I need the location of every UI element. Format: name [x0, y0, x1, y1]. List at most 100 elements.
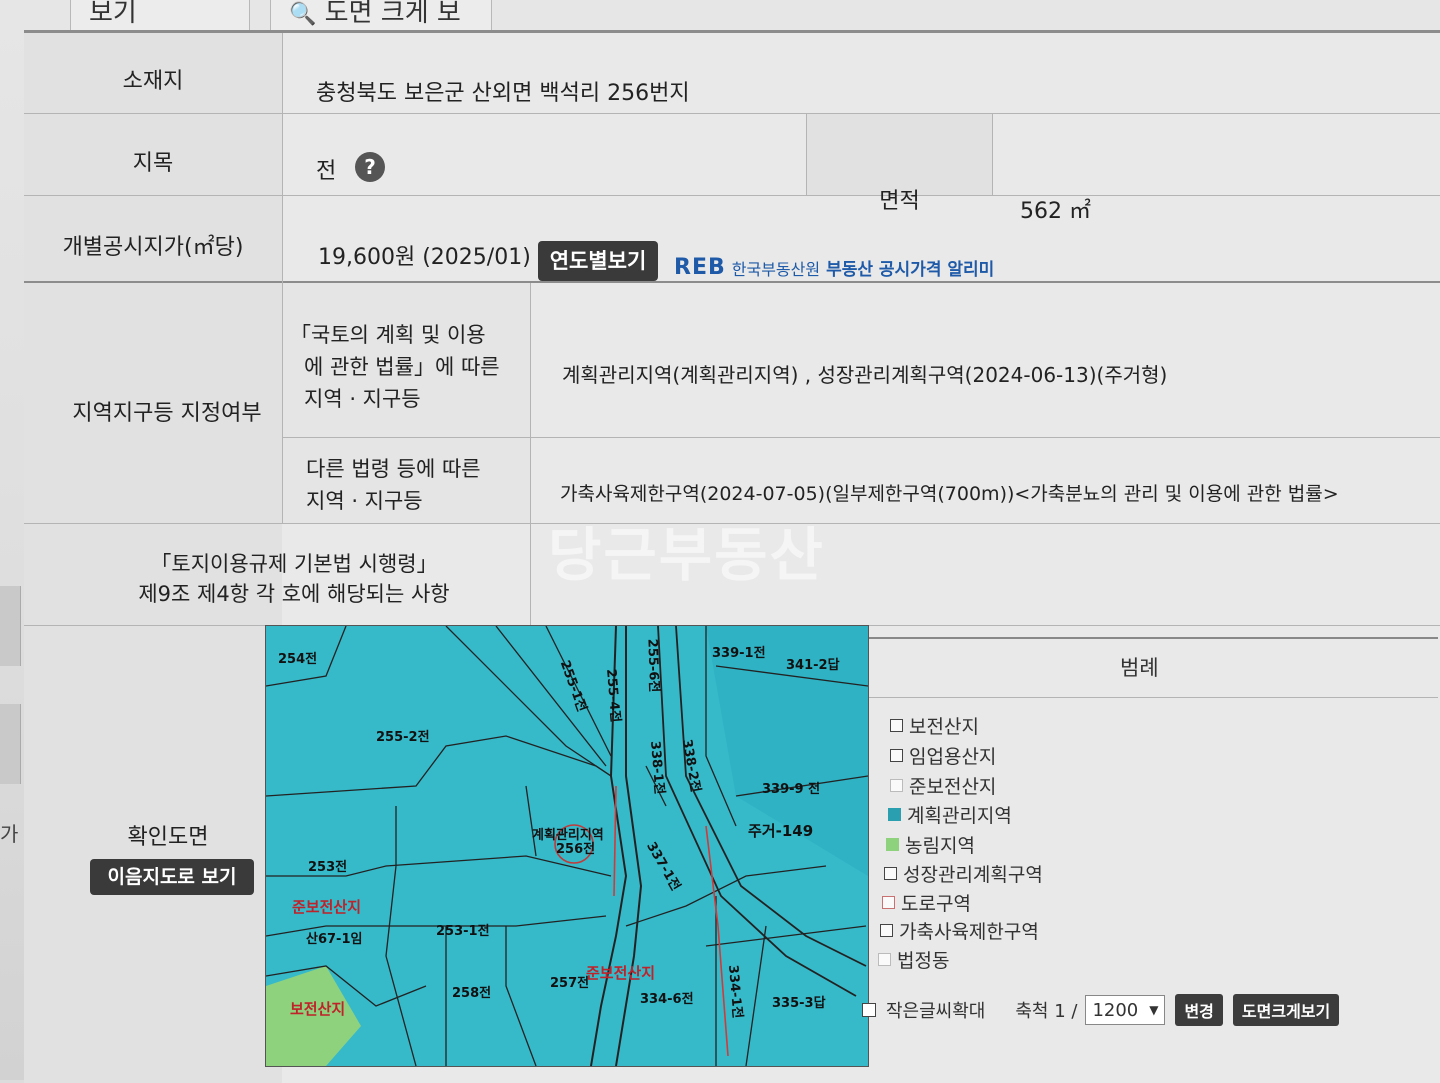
legend-item: 보전산지: [890, 712, 979, 739]
zoning-sub1-line: 지역 · 지구등: [304, 387, 421, 411]
parcel-label: 산67-1임: [306, 932, 363, 947]
legend-item-label: 보전산지: [909, 716, 979, 738]
scale-label: 축척 1 /: [1015, 1001, 1078, 1022]
parcel-label: 255-6전: [644, 638, 662, 693]
enlarge-map-button[interactable]: 도면크게보기: [1232, 994, 1340, 1026]
legend-item-label: 농림지역: [905, 835, 975, 857]
row-divider: [24, 195, 1440, 196]
map-controls: 작은글씨확대 축척 1 / 1200 ▼ 변경 도면크게보기: [862, 994, 1340, 1026]
location-value: 충청북도 보은군 산외면 백석리 256번지: [316, 81, 690, 106]
left-edge-panel: [0, 586, 21, 666]
eum-map-button[interactable]: 이음지도로 보기: [90, 859, 254, 895]
legend-swatch: [890, 779, 903, 792]
area-label: 면적: [879, 189, 920, 214]
legend-item: 가축사육제한구역: [880, 917, 1039, 944]
legend-swatch: [880, 924, 893, 937]
zone-label: 보전산지: [290, 1000, 346, 1018]
legend-swatch: [884, 867, 897, 880]
zoning-sub2-label: 다른 법령 등에 따른 지역 · 지구등: [306, 453, 481, 517]
legend-item-label: 도로구역: [901, 893, 971, 915]
reb-org-name: 한국부동산원: [731, 259, 821, 279]
legend-swatch: [888, 808, 901, 821]
legend-item-label: 가축사육제한구역: [899, 921, 1039, 943]
parcel-label: 253전: [308, 860, 348, 875]
land-category-label: 지목: [132, 151, 174, 176]
legend-item-label: 계획관리지역: [907, 805, 1012, 827]
left-edge-panel: [0, 704, 21, 784]
change-scale-button[interactable]: 변경: [1175, 994, 1223, 1026]
parcel-label: 334-6전: [640, 992, 694, 1007]
legend-header-line: [866, 637, 1438, 639]
legend-item: 도로구역: [882, 889, 971, 916]
regulation-label: 「토지이용규제 기본법 시행령」 제9조 제4항 각 호에 해당되는 사항: [24, 549, 564, 609]
parcel-label: 253-1전: [436, 924, 490, 939]
land-category-value: 전: [316, 159, 337, 184]
zoning-sub2-line: 지역 · 지구등: [306, 489, 423, 513]
yearly-view-button[interactable]: 연도별보기: [538, 241, 658, 281]
parcel-label: 255-2전: [376, 730, 430, 745]
row-divider: [282, 437, 1440, 438]
zone-label: 준보전산지: [586, 964, 656, 982]
parcel-label: 257전: [550, 976, 590, 991]
parcel-label: 256전: [556, 842, 596, 857]
legend-divider: [866, 697, 1438, 698]
legend-swatch: [882, 896, 895, 909]
help-icon[interactable]: ?: [355, 152, 385, 182]
legend-item-label: 준보전산지: [909, 776, 997, 798]
zoning-sub1-value: 계획관리지역(계획관리지역) , 성장관리계획구역(2024-06-13)(주거…: [562, 363, 1168, 387]
row-divider: [24, 113, 1440, 114]
parcel-label: 335-3답: [772, 996, 826, 1011]
parcel-label: 254전: [278, 652, 318, 667]
view-button-label: 보기: [89, 0, 137, 28]
scale-value: 1200: [1092, 999, 1139, 1021]
legend-item: 법정동: [878, 946, 949, 973]
row-divider: [24, 281, 1440, 283]
watermark: 당근부동산: [548, 521, 825, 589]
legend-swatch: [886, 838, 899, 851]
price-value: 19,600원 (2025/01): [318, 245, 531, 270]
zoning-label: 지역지구등 지정여부: [72, 401, 262, 426]
parcel-label: 339-1전: [712, 646, 766, 661]
regulation-line: 제9조 제4항 각 호에 해당되는 사항: [138, 582, 450, 606]
search-icon: 🔍: [289, 2, 317, 27]
legend-item: 계획관리지역: [888, 801, 1012, 828]
zoning-sub1-label: 「국토의 계획 및 이용 에 관한 법률」에 따른 지역 · 지구등: [290, 319, 500, 415]
parcel-label: 339-9 전: [762, 782, 821, 797]
legend-item-label: 법정동: [897, 950, 950, 972]
legend-swatch: [890, 749, 903, 762]
regulation-line: 「토지이용규제 기본법 시행령」: [150, 552, 438, 576]
scale-select[interactable]: 1200 ▼: [1085, 995, 1166, 1025]
reb-logo-icon: REB: [674, 255, 726, 280]
screen: 보기 🔍 도면 크게 보기 인쇄 가 소재지 충청북도 보은군 산외면 백석리 …: [0, 0, 1440, 1083]
parcel-label: 주거-149: [748, 822, 814, 840]
enlarge-text-checkbox[interactable]: [862, 1003, 876, 1017]
reb-service-name: 부동산 공시가격 알리미: [826, 260, 995, 280]
area-value: 562 ㎡: [1020, 199, 1091, 224]
legend-item: 임업용산지: [890, 742, 996, 769]
chevron-down-icon: ▼: [1149, 1003, 1159, 1017]
price-label: 개별공시지가(㎡당): [62, 235, 244, 260]
confirm-map-label: 확인도면: [127, 825, 209, 850]
legend-swatch: [890, 719, 903, 732]
zoning-sub1-line: 에 관한 법률」에 따른: [304, 355, 500, 379]
legend-item: 농림지역: [886, 831, 975, 858]
location-label: 소재지: [122, 69, 184, 94]
zone-label: 준보전산지: [292, 898, 362, 916]
enlarge-text-label: 작은글씨확대: [886, 1001, 986, 1022]
legend-item: 성장관리계획구역: [884, 860, 1043, 887]
cadastral-map[interactable]: 254전 255-2전 255-1전 255-4전 255-6전 339-1전 …: [265, 625, 869, 1067]
legend-item: 준보전산지: [890, 772, 996, 799]
legend-swatch: [878, 953, 891, 966]
left-edge-text: 가: [0, 822, 19, 846]
zoning-sub1-line: 「국토의 계획 및 이용: [290, 323, 486, 347]
legend-item-label: 임업용산지: [909, 746, 997, 768]
zoning-sub2-value: 가축사육제한구역(2024-07-05)(일부제한구역(700m))<가축분뇨의…: [560, 483, 1339, 505]
legend-item-label: 성장관리계획구역: [903, 864, 1043, 886]
zoning-sub2-line: 다른 법령 등에 따른: [306, 457, 481, 481]
col-divider: [992, 113, 993, 195]
parcel-label: 258전: [452, 986, 492, 1001]
parcel-label: 341-2답: [786, 658, 840, 673]
legend-title: 범례: [1120, 656, 1159, 680]
col-divider: [530, 523, 531, 625]
reb-price-link[interactable]: REB 한국부동산원 부동산 공시가격 알리미: [674, 255, 994, 280]
